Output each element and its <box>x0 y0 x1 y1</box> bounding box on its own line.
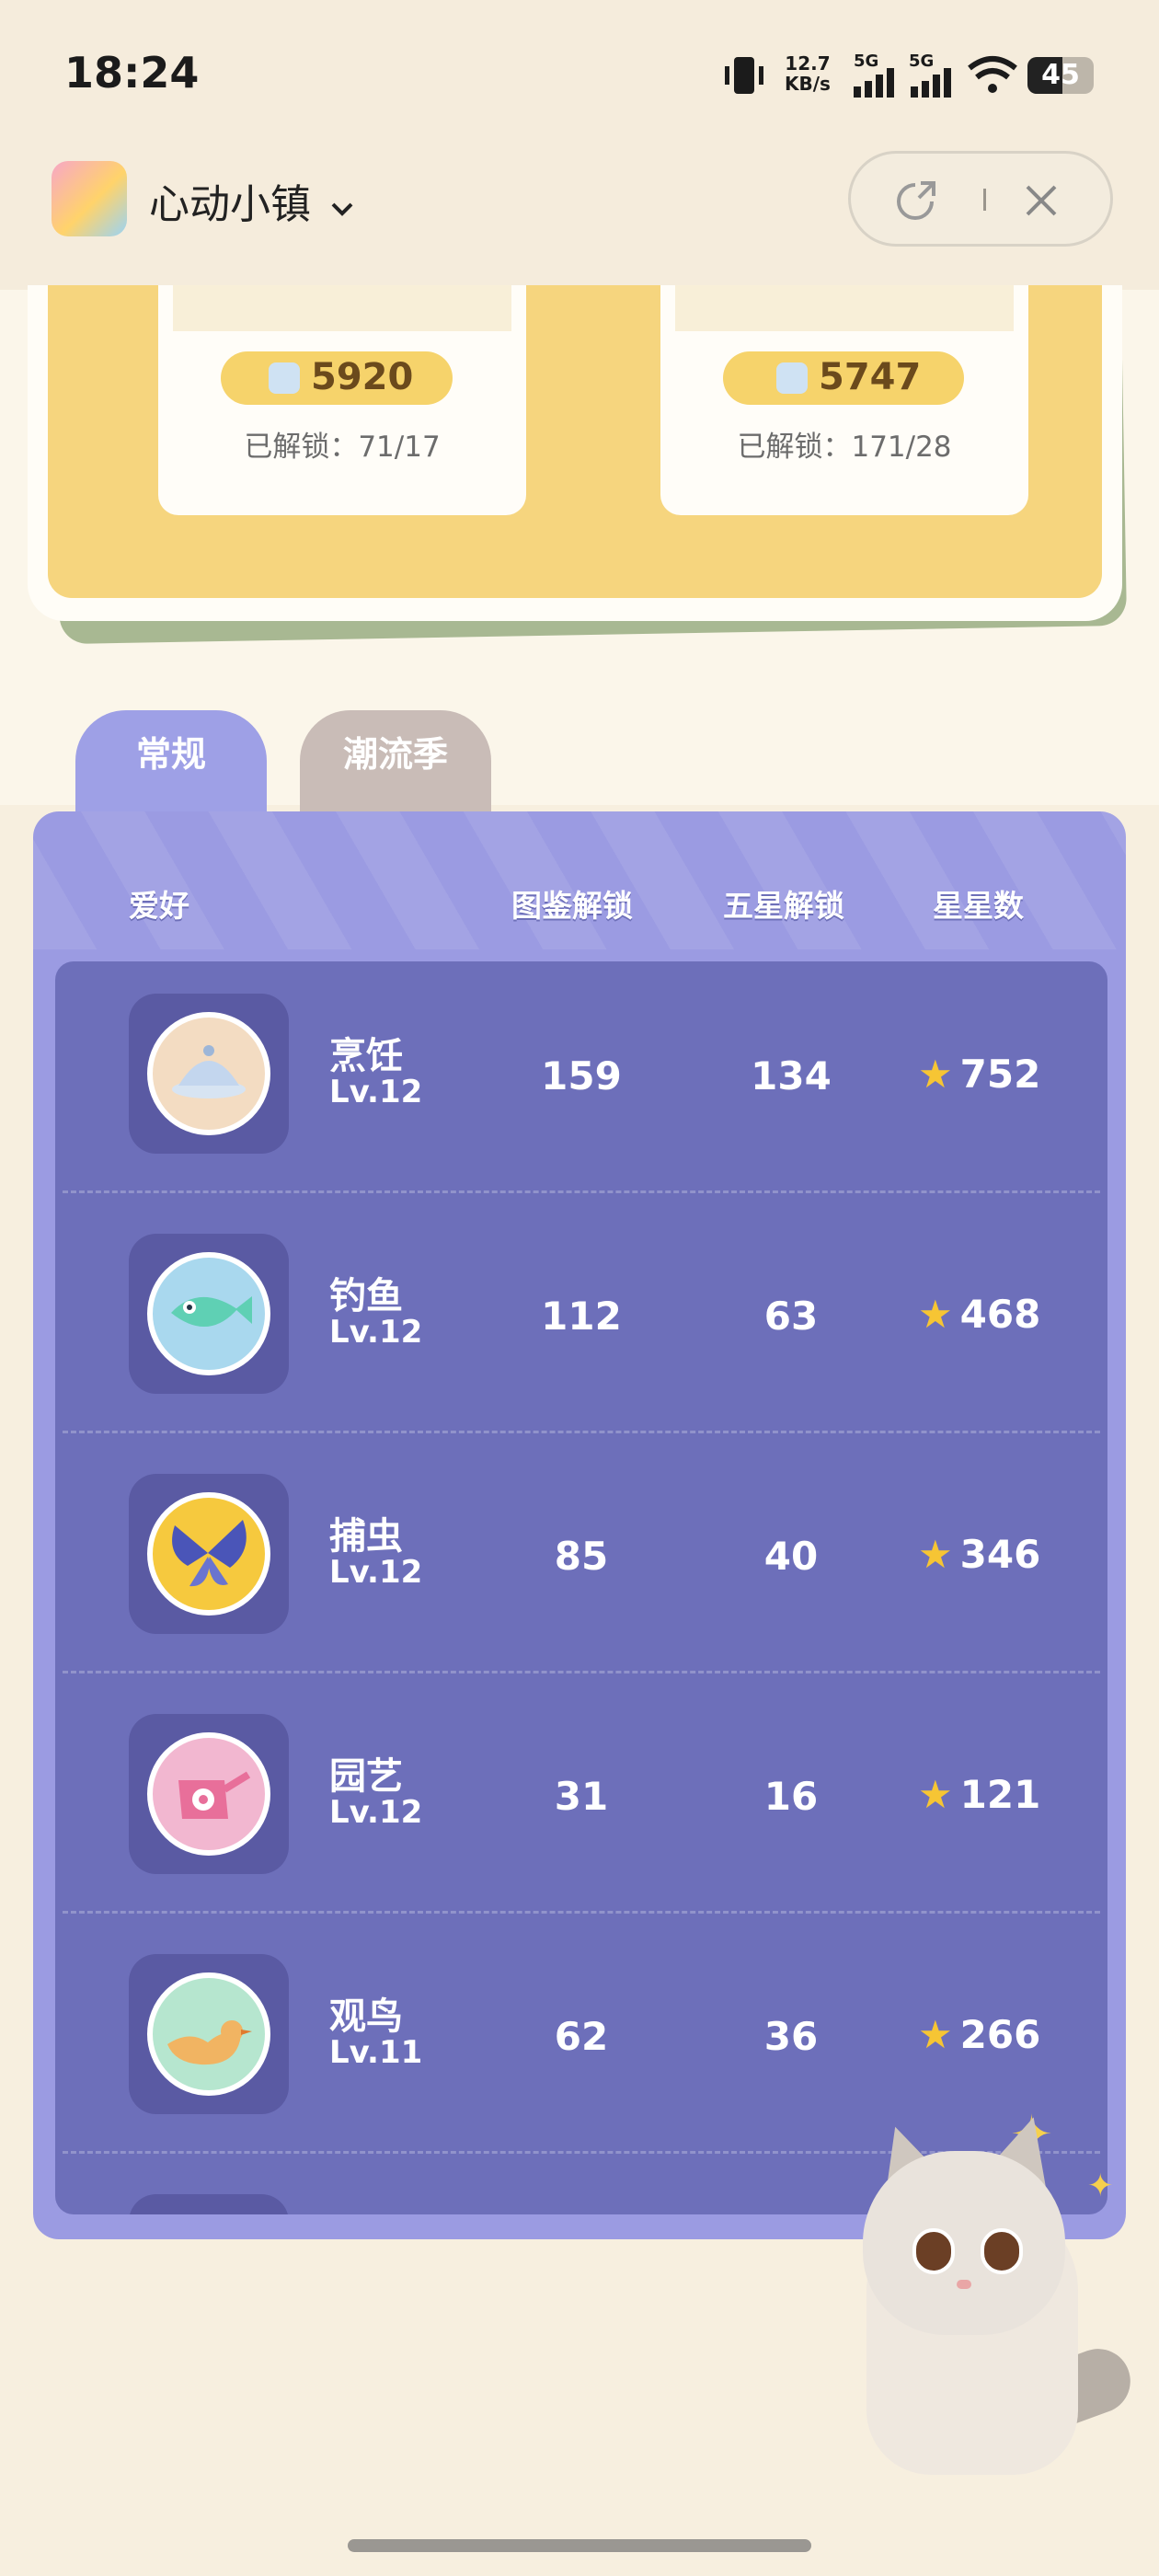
row-divider <box>63 1190 1100 1193</box>
status-time: 18:24 <box>64 48 200 98</box>
header-five-star: 五星解锁 <box>723 888 844 924</box>
hobby-name: 园艺 <box>329 1755 403 1798</box>
watering-can-icon <box>147 1732 270 1856</box>
unlock-count: 已解锁：71/17 <box>244 431 441 464</box>
butterfly-icon <box>147 1492 270 1616</box>
table-row[interactable]: 捕虫 Lv.12 85 40 ★ 346 <box>55 1442 1107 1682</box>
battery-indicator: 45 <box>1027 57 1094 94</box>
star-count: ★ 752 <box>918 1052 1040 1097</box>
home-indicator[interactable] <box>348 2539 811 2552</box>
capsule-divider <box>983 189 986 211</box>
price-value: 5747 <box>819 356 922 398</box>
fishing-fish-icon <box>147 1252 270 1375</box>
chevron-down-icon[interactable] <box>329 200 355 218</box>
star-count: ★ 468 <box>918 1292 1040 1337</box>
five-star-count: 40 <box>763 1534 819 1579</box>
hobby-level: Lv.12 <box>329 1314 423 1351</box>
hobby-level: Lv.12 <box>329 1554 423 1591</box>
network-speed: 12.7 KB/s <box>785 53 831 94</box>
five-star-count: 63 <box>763 1294 819 1339</box>
panel-pattern <box>33 811 1126 949</box>
five-star-count: 16 <box>763 1774 819 1819</box>
cat-mascot-head <box>863 2151 1065 2335</box>
hobby-list[interactable]: 烹饪 Lv.12 159 134 ★ 752 钓鱼 Lv.12 112 63 ★ 4… <box>55 961 1107 2214</box>
signal-icon-2 <box>911 68 951 98</box>
header-stars: 星星数 <box>933 888 1024 924</box>
hobby-icon-tile-partial <box>129 2194 289 2214</box>
price-pill: 5747 <box>723 351 964 405</box>
tab-regular[interactable]: 常规 <box>75 710 267 811</box>
star-icon: ★ <box>918 1532 953 1577</box>
star-value: 752 <box>959 1052 1041 1097</box>
wifi-icon <box>968 56 1017 93</box>
cat-nose <box>957 2280 971 2289</box>
row-divider <box>63 1431 1100 1433</box>
currency-icon <box>269 362 300 394</box>
sparkle-icon-small: ✦ <box>1087 2168 1114 2204</box>
collection-count: 85 <box>554 1534 609 1579</box>
star-value: 266 <box>959 2012 1041 2057</box>
price-pill: 5920 <box>221 351 453 405</box>
hobby-level: Lv.12 <box>329 1794 423 1831</box>
table-row[interactable]: 园艺 Lv.12 31 16 ★ 121 <box>55 1682 1107 1922</box>
app-title[interactable]: 心动小镇 <box>149 171 355 230</box>
close-icon[interactable] <box>1022 181 1061 220</box>
star-value: 346 <box>959 1532 1041 1577</box>
row-divider <box>63 1671 1100 1673</box>
star-count: ★ 121 <box>918 1772 1040 1817</box>
bird-icon <box>147 1972 270 2096</box>
tab-trend-season[interactable]: 潮流季 <box>300 710 491 811</box>
hobby-level: Lv.12 <box>329 1074 423 1110</box>
header-collection: 图鉴解锁 <box>511 888 633 924</box>
net-speed-unit: KB/s <box>785 73 831 95</box>
cooking-dish-icon <box>147 1012 270 1135</box>
header-hobby: 爱好 <box>129 888 189 924</box>
hobby-icon-tile <box>129 1234 289 1394</box>
hobby-name: 捕虫 <box>329 1515 403 1558</box>
five-star-count: 134 <box>751 1053 832 1098</box>
table-row[interactable]: 观鸟 Lv.11 62 36 ★ 266 <box>55 1922 1107 2162</box>
net-speed-value: 12.7 <box>785 52 831 75</box>
vibrate-icon <box>725 57 763 94</box>
star-icon: ★ <box>918 2012 953 2057</box>
share-arrow-icon[interactable] <box>893 179 937 224</box>
collection-count: 112 <box>541 1294 622 1339</box>
star-value: 468 <box>959 1292 1041 1337</box>
collection-count: 159 <box>541 1053 622 1098</box>
shop-card-image <box>675 285 1014 331</box>
hobby-icon-tile <box>129 1714 289 1874</box>
star-count: ★ 346 <box>918 1532 1040 1577</box>
battery-level: 45 <box>1041 59 1080 91</box>
hobby-icon-tile <box>129 994 289 1154</box>
hobby-name: 观鸟 <box>329 1995 403 2038</box>
shop-card-image <box>173 285 511 331</box>
star-count: ★ 266 <box>918 2012 1040 2057</box>
hobby-name: 烹饪 <box>329 1035 403 1077</box>
app-title-text: 心动小镇 <box>149 181 311 228</box>
five-star-count: 36 <box>763 2014 819 2059</box>
signal-icon <box>854 68 894 98</box>
star-icon: ★ <box>918 1052 953 1097</box>
price-value: 5920 <box>311 356 414 398</box>
app-icon <box>52 161 127 236</box>
table-row[interactable]: 烹饪 Lv.12 159 134 ★ 752 <box>55 961 1107 1202</box>
hobby-icon-tile <box>129 1474 289 1634</box>
unlock-count: 已解锁：171/28 <box>737 431 952 464</box>
collection-count: 31 <box>554 1774 609 1819</box>
table-row[interactable]: 钓鱼 Lv.12 112 63 ★ 468 <box>55 1202 1107 1442</box>
capsule-menu <box>848 151 1113 247</box>
shop-card-2[interactable]: 5747 已解锁：171/28 <box>660 285 1028 515</box>
cat-eye-left <box>912 2228 955 2274</box>
hobby-icon-tile <box>129 1954 289 2114</box>
star-icon: ★ <box>918 1292 953 1337</box>
row-divider <box>63 1911 1100 1914</box>
star-value: 121 <box>959 1772 1041 1817</box>
shop-card-1[interactable]: 5920 已解锁：71/17 <box>158 285 526 515</box>
hobby-level: Lv.11 <box>329 2034 423 2071</box>
hobby-name: 钓鱼 <box>329 1275 403 1317</box>
collection-count: 62 <box>554 2014 609 2059</box>
currency-icon <box>776 362 808 394</box>
cat-eye-right <box>981 2228 1023 2274</box>
star-icon: ★ <box>918 1772 953 1817</box>
